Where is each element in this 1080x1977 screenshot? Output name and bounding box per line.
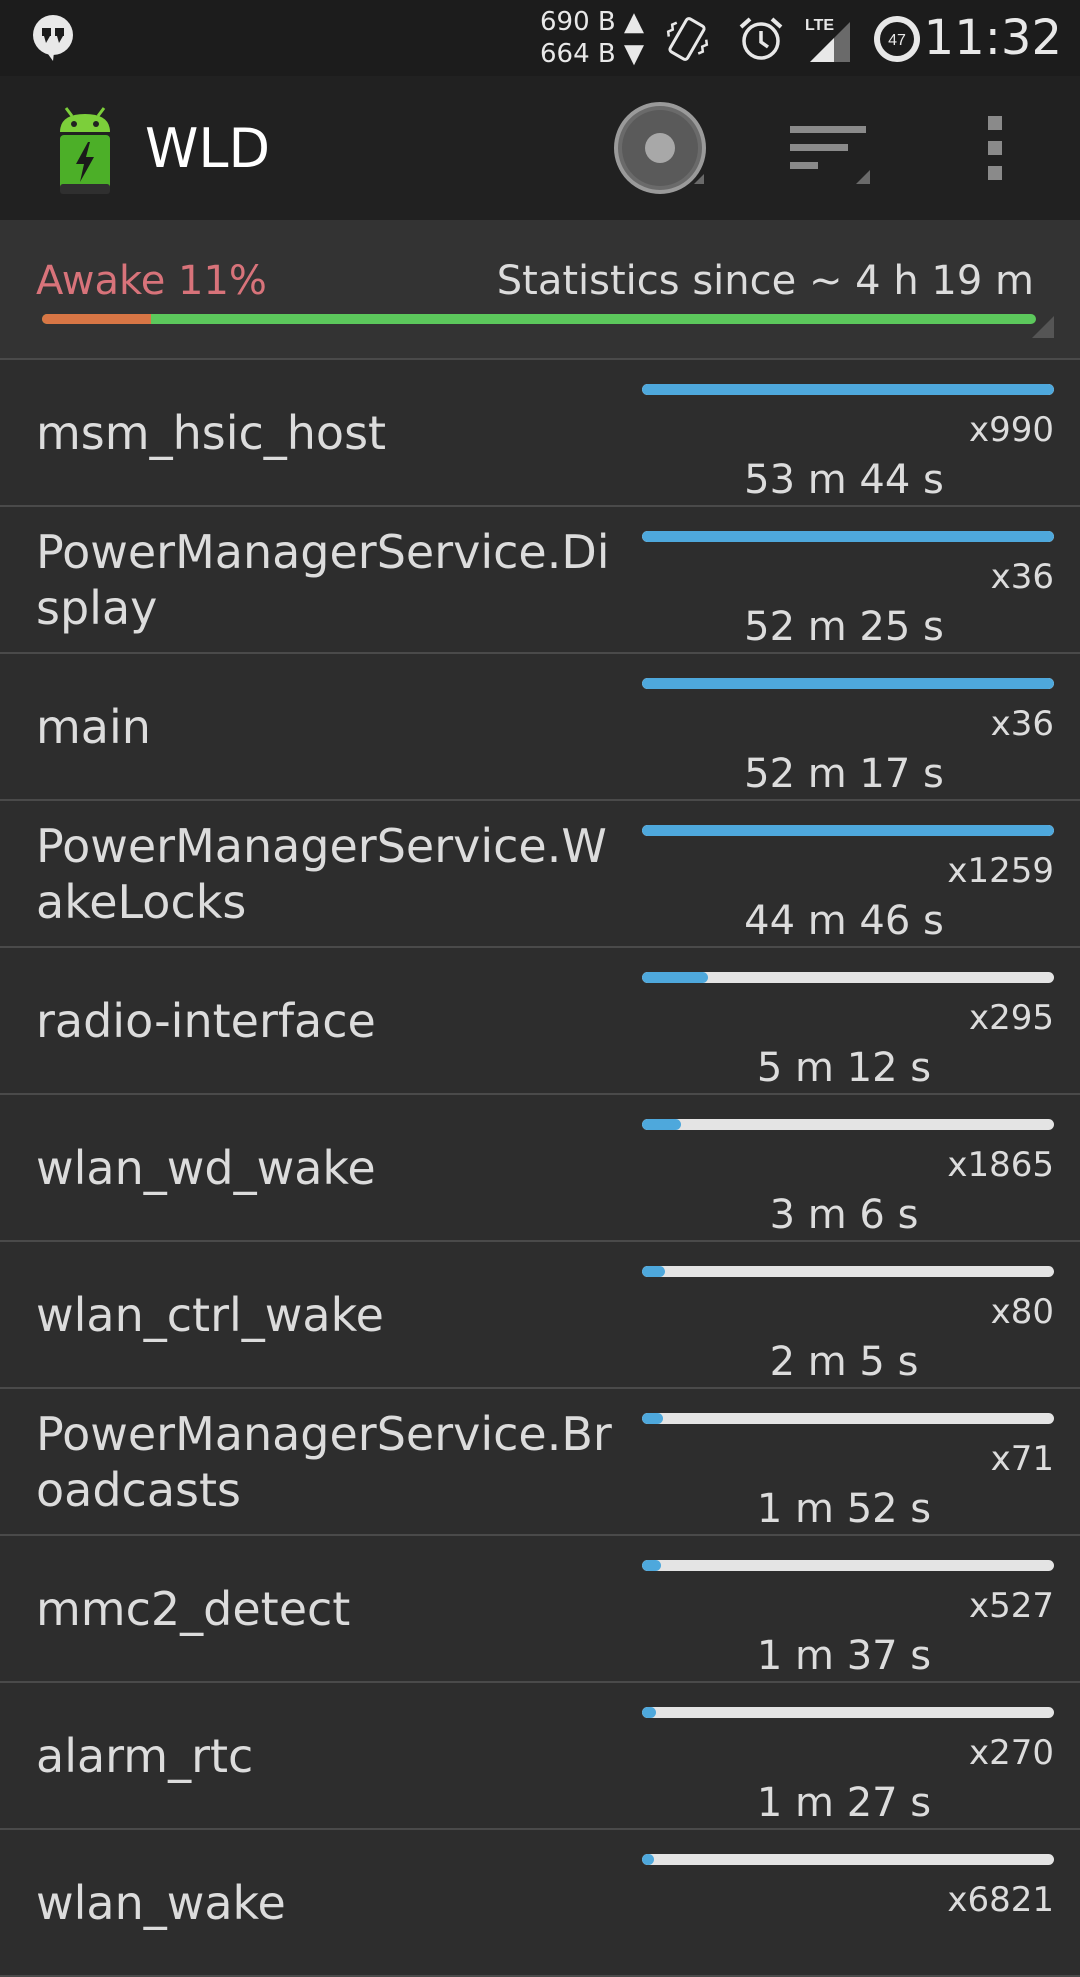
wakelock-progress-fill	[642, 1266, 665, 1277]
wakelock-name: PowerManagerService.WakeLocks	[36, 818, 607, 929]
wakelock-count: x80	[990, 1292, 1054, 1332]
wakelock-progress-bar	[642, 825, 1054, 836]
wakelock-duration: 53 m 44 s	[744, 457, 944, 503]
hangouts-icon	[33, 15, 73, 61]
wakelock-progress-fill	[642, 1560, 661, 1571]
wakelock-name: wlan_wd_wake	[36, 1140, 376, 1195]
wakelock-duration: 3 m 6 s	[769, 1192, 919, 1238]
wakelock-progress-fill	[642, 1707, 657, 1718]
battery-android-icon	[60, 107, 110, 194]
wakelock-count: x295	[968, 998, 1054, 1038]
battery-level: 47	[888, 32, 906, 49]
wakelock-count: x270	[968, 1733, 1054, 1773]
alarm-icon	[739, 17, 783, 60]
wakelock-row[interactable]: alarm_rtc x270 1 m 27 s	[0, 1683, 1080, 1830]
wakelock-duration: 1 m 27 s	[756, 1780, 932, 1826]
wakelock-name: alarm_rtc	[36, 1728, 254, 1783]
wakelock-count: x527	[968, 1586, 1054, 1626]
record-icon	[614, 102, 706, 194]
upload-speed: 690 B ▲	[540, 7, 644, 37]
wakelock-duration: 1 m 52 s	[756, 1486, 932, 1532]
wakelock-duration: 52 m 25 s	[744, 604, 944, 650]
wakelock-progress-bar	[642, 678, 1054, 689]
awake-progress-fill	[42, 314, 152, 324]
wakelock-list[interactable]: msm_hsic_host x990 53 m 44 s PowerManagerSe…	[0, 360, 1080, 1977]
wakelock-progress-fill	[642, 1413, 663, 1424]
wakelock-progress-fill	[642, 1119, 682, 1130]
network-label: LTE	[805, 17, 834, 34]
wakelock-count: x1259	[947, 851, 1054, 891]
wakelock-count: x990	[968, 410, 1054, 450]
wakelock-count: x36	[990, 557, 1054, 597]
wakelock-progress-bar	[642, 1560, 1054, 1571]
wakelock-row[interactable]: wlan_ctrl_wake x80 2 m 5 s	[0, 1242, 1080, 1389]
action-bar: WLD	[0, 76, 1080, 220]
status-bar: 690 B ▲ 664 B ▼ LTE 47 11:32	[0, 0, 1080, 76]
wakelock-row[interactable]: PowerManagerService.Broadcasts x71 1 m 52 …	[0, 1389, 1080, 1536]
overflow-menu-button[interactable]	[945, 98, 1045, 198]
clock: 11:32	[923, 10, 1062, 66]
wakelock-row[interactable]: wlan_wd_wake x1865 3 m 6 s	[0, 1095, 1080, 1242]
wakelock-row[interactable]: main x36 52 m 17 s	[0, 654, 1080, 801]
awake-percentage: Awake 11%	[36, 258, 267, 304]
wakelock-progress-bar	[642, 1413, 1054, 1424]
statistics-since: Statistics since ~ 4 h 19 m	[496, 258, 1034, 304]
wakelock-name: radio-interface	[36, 993, 376, 1048]
awake-progress-bar	[42, 314, 1036, 324]
wakelock-progress-fill	[642, 531, 1054, 542]
wakelock-progress-bar	[642, 1854, 1054, 1865]
wakelock-progress-bar	[642, 1266, 1054, 1277]
lte-signal-icon: LTE	[805, 17, 850, 62]
wakelock-progress-fill	[642, 1854, 655, 1865]
download-speed: 664 B ▼	[540, 39, 644, 69]
wakelock-duration: 2 m 5 s	[769, 1339, 919, 1385]
wakelock-progress-bar	[642, 531, 1054, 542]
wakelock-progress-fill	[642, 972, 708, 983]
corner-indicator-icon	[1032, 316, 1054, 338]
wakelock-progress-bar	[642, 1707, 1054, 1718]
wakelock-duration: 44 m 46 s	[744, 898, 944, 944]
wakelock-row[interactable]: radio-interface x295 5 m 12 s	[0, 948, 1080, 1095]
wakelock-name: wlan_ctrl_wake	[36, 1287, 384, 1342]
wakelock-progress-fill	[642, 678, 1054, 689]
wakelock-row[interactable]: msm_hsic_host x990 53 m 44 s	[0, 360, 1080, 507]
wakelock-count: x6821	[947, 1880, 1054, 1920]
wakelock-duration: 1 m 37 s	[756, 1633, 932, 1679]
wakelock-progress-bar	[642, 384, 1054, 395]
wakelock-progress-fill	[642, 384, 1054, 395]
wakelock-count: x71	[990, 1439, 1054, 1479]
wakelock-progress-fill	[642, 825, 1054, 836]
awake-summary: Awake 11% Statistics since ~ 4 h 19 m	[0, 220, 1080, 360]
sort-icon	[790, 126, 870, 184]
wakelock-progress-bar	[642, 972, 1054, 983]
wakelock-name: PowerManagerService.Display	[36, 524, 610, 635]
wakelock-name: wlan_wake	[36, 1875, 286, 1930]
wakelock-count: x1865	[947, 1145, 1054, 1185]
app-title: WLD	[145, 117, 271, 180]
wakelock-duration: 5 m 12 s	[756, 1045, 932, 1091]
network-speed: 690 B ▲ 664 B ▼	[540, 6, 650, 70]
record-button[interactable]	[610, 98, 710, 198]
wakelock-row[interactable]: mmc2_detect x527 1 m 37 s	[0, 1536, 1080, 1683]
wakelock-progress-bar	[642, 1119, 1054, 1130]
wakelock-row[interactable]: wlan_wake x6821	[0, 1830, 1080, 1977]
wakelock-row[interactable]: PowerManagerService.WakeLocks x1259 44 m 4…	[0, 801, 1080, 948]
wakelock-name: main	[36, 699, 151, 754]
wakelock-name: PowerManagerService.Broadcasts	[36, 1406, 612, 1517]
wakelock-count: x36	[990, 704, 1054, 744]
battery-47-icon: 47	[874, 16, 920, 62]
wakelock-name: msm_hsic_host	[36, 405, 387, 460]
wakelock-row[interactable]: PowerManagerService.Display x36 52 m 25 s	[0, 507, 1080, 654]
wakelock-duration: 52 m 17 s	[744, 751, 944, 797]
vibrate-icon	[666, 17, 709, 61]
wakelock-name: mmc2_detect	[36, 1581, 351, 1636]
overflow-menu-icon	[988, 116, 1002, 180]
sort-button[interactable]	[780, 98, 880, 198]
